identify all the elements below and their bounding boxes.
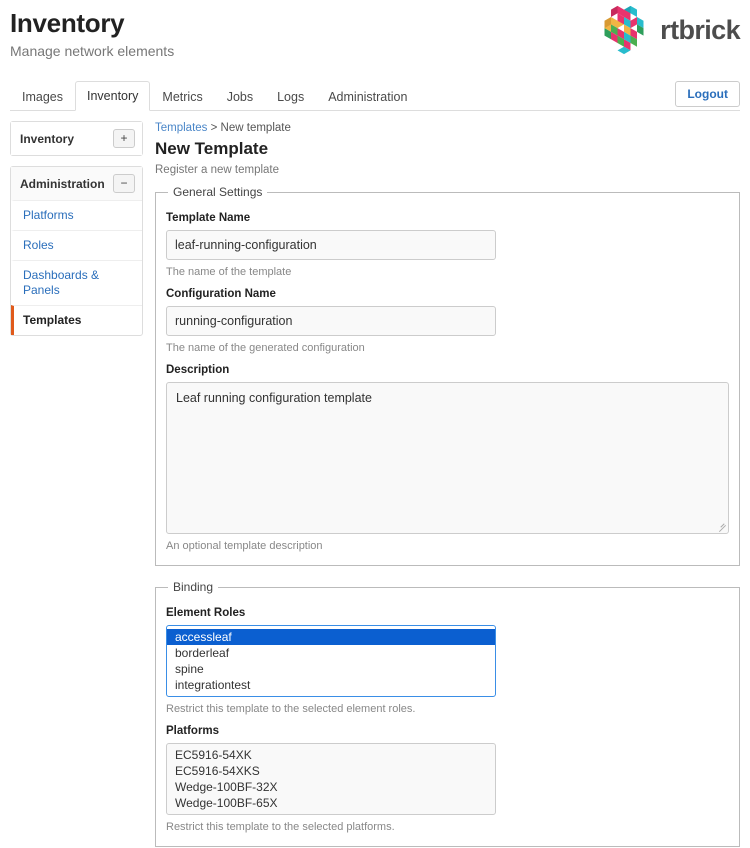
general-settings-legend: General Settings	[173, 185, 263, 199]
template-name-hint: The name of the template	[166, 266, 292, 278]
sidebar-group-inventory-title: Inventory	[20, 131, 75, 146]
collapse-administration-button[interactable]: −	[113, 174, 135, 193]
element-roles-option-spine[interactable]: spine	[167, 661, 495, 677]
configuration-name-hint: The name of the generated configuration	[166, 342, 365, 354]
template-name-label: Template Name	[166, 212, 251, 224]
platforms-option-ec5916-54xks[interactable]: EC5916-54XKS	[167, 763, 495, 779]
breadcrumb-link-templates[interactable]: Templates	[155, 122, 207, 134]
element-roles-listbox[interactable]: accessleaf borderleaf spine integrationt…	[166, 625, 496, 697]
breadcrumb-current: New template	[220, 122, 291, 134]
description-textarea[interactable]: Leaf running configuration template	[166, 382, 729, 534]
content-title: New Template	[155, 139, 269, 158]
platforms-option-wedge-100bf-32x[interactable]: Wedge-100BF-32X	[167, 779, 495, 795]
tab-administration[interactable]: Administration	[316, 82, 419, 111]
configuration-name-input[interactable]	[166, 306, 496, 336]
template-name-input[interactable]	[166, 230, 496, 260]
platforms-label: Platforms	[166, 725, 220, 737]
platforms-hint: Restrict this template to the selected p…	[166, 821, 395, 833]
sidebar-group-administration-title: Administration	[20, 176, 105, 191]
element-roles-label: Element Roles	[166, 607, 246, 619]
platforms-listbox[interactable]: EC5916-54XK EC5916-54XKS Wedge-100BF-32X…	[166, 743, 496, 815]
description-field-group: Description Leaf running configuration t…	[166, 363, 729, 553]
sidebar-item-dashboards-and-panels[interactable]: Dashboards & Panels	[11, 260, 142, 305]
description-wrapper: Leaf running configuration template	[166, 382, 729, 534]
description-label: Description	[166, 364, 230, 376]
brand-logo: rtbrick	[596, 4, 741, 56]
general-settings-section: General Settings Template Name The name …	[155, 185, 740, 566]
expand-inventory-button[interactable]: +	[113, 129, 135, 148]
template-name-field-group: Template Name The name of the template	[166, 211, 729, 279]
content-subtitle: Register a new template	[155, 164, 280, 176]
tab-inventory[interactable]: Inventory	[75, 81, 151, 111]
element-roles-field-group: Element Roles accessleaf borderleaf spin…	[166, 606, 729, 716]
brand-wordmark: rtbrick	[660, 14, 740, 45]
description-hint: An optional template description	[166, 540, 323, 552]
app-page: Inventory Manage network elements rtbric…	[0, 0, 750, 848]
breadcrumb: Templates > New template	[155, 121, 740, 136]
binding-section: Binding Element Roles accessleaf borderl…	[155, 580, 740, 847]
configuration-name-field-group: Configuration Name The name of the gener…	[166, 287, 729, 355]
app-header: Inventory Manage network elements rtbric…	[0, 0, 750, 76]
tab-metrics[interactable]: Metrics	[150, 82, 214, 111]
sidebar-group-administration: Administration − Platforms Roles Dashboa…	[10, 166, 143, 336]
tab-logs[interactable]: Logs	[265, 82, 316, 111]
body-wrapper: Inventory + Administration − Platforms R…	[0, 111, 750, 848]
platforms-field-group: Platforms EC5916-54XK EC5916-54XKS Wedge…	[166, 724, 729, 834]
rtbrick-cube-icon	[604, 5, 644, 55]
sidebar-item-templates[interactable]: Templates	[11, 305, 142, 335]
platforms-option-wedge-100bf-65x[interactable]: Wedge-100BF-65X	[167, 795, 495, 811]
sidebar-group-inventory-header[interactable]: Inventory +	[11, 122, 142, 155]
binding-legend: Binding	[173, 580, 214, 594]
element-roles-hint: Restrict this template to the selected e…	[166, 703, 416, 715]
main-tabbar: Images Inventory Metrics Jobs Logs Admin…	[10, 81, 740, 111]
sidebar-group-inventory: Inventory +	[10, 121, 143, 156]
sidebar-group-administration-header[interactable]: Administration −	[11, 167, 142, 200]
sidebar-item-roles[interactable]: Roles	[11, 230, 142, 260]
tab-images[interactable]: Images	[10, 82, 75, 111]
main-content: Templates > New template New Template Re…	[155, 121, 740, 848]
element-roles-option-integrationtest[interactable]: integrationtest	[167, 677, 495, 693]
breadcrumb-separator: >	[210, 122, 218, 134]
configuration-name-label: Configuration Name	[166, 288, 276, 300]
element-roles-option-accessleaf[interactable]: accessleaf	[167, 629, 495, 645]
logout-button[interactable]: Logout	[675, 81, 740, 107]
element-roles-option-borderleaf[interactable]: borderleaf	[167, 645, 495, 661]
sidebar: Inventory + Administration − Platforms R…	[10, 121, 143, 848]
tab-jobs[interactable]: Jobs	[215, 82, 265, 111]
platforms-option-ec5916-54xk[interactable]: EC5916-54XK	[167, 747, 495, 763]
sidebar-item-platforms[interactable]: Platforms	[11, 200, 142, 230]
